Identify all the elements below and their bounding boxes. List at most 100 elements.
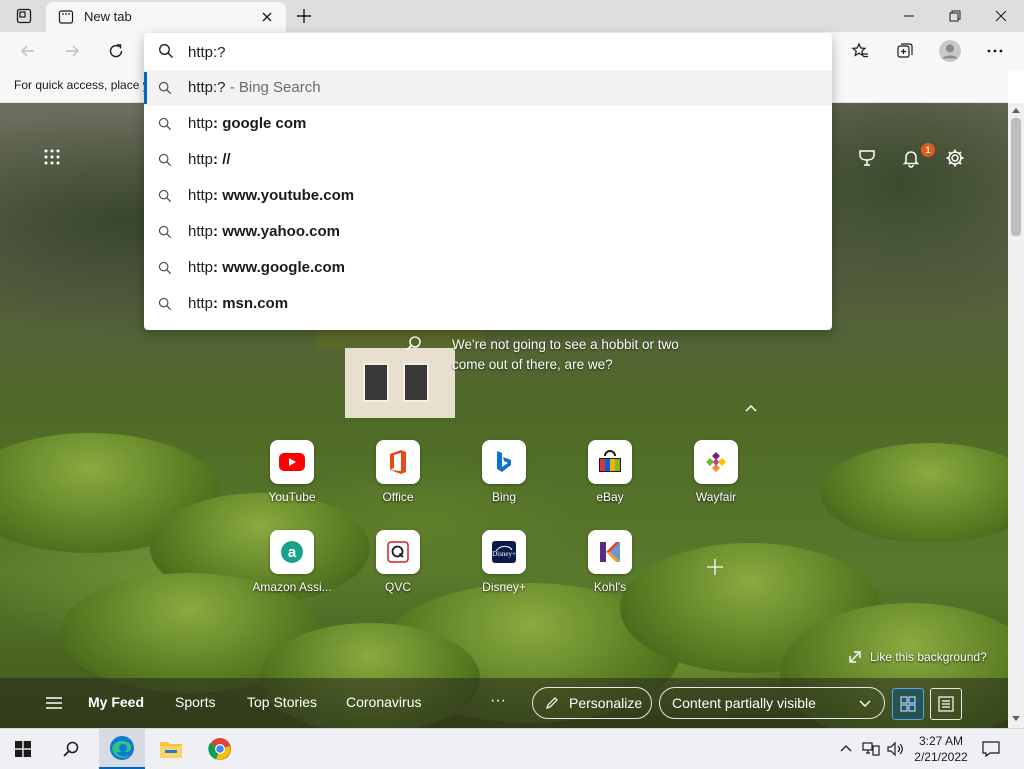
taskbar-edge[interactable] [99, 729, 145, 769]
feed-tab-top-stories[interactable]: Top Stories [247, 694, 317, 710]
search-icon [158, 117, 172, 131]
tile-label: Wayfair [695, 490, 737, 504]
search-icon [63, 741, 79, 757]
news-feed-bar: My Feed Sports Top Stories Coronavirus ·… [0, 678, 1008, 728]
page-settings-gear-icon[interactable] [941, 144, 969, 172]
suggestion-prefix: http:? [188, 79, 226, 96]
suggestion-item[interactable]: http: www.google.com [144, 250, 832, 286]
personalize-label: Personalize [569, 695, 643, 711]
new-tab-page-icon [58, 9, 74, 25]
content-visibility-value: Content partially visible [672, 695, 816, 711]
like-background-label: Like this background? [870, 650, 987, 664]
suggestion-item[interactable]: http: msn.com [144, 286, 832, 322]
show-hidden-icons-chevron-up-icon[interactable] [840, 743, 852, 753]
personalize-button[interactable]: Personalize [532, 687, 652, 719]
quote-line-1: We're not going to see a hobbit or two [452, 337, 679, 352]
list-view-icon [938, 696, 954, 712]
suggestion-suffix: - Bing Search [225, 79, 321, 96]
network-icon[interactable] [862, 741, 880, 757]
list-layout-button[interactable] [930, 688, 962, 720]
tile-label: Disney+ [482, 580, 526, 594]
search-button[interactable] [48, 729, 94, 769]
feed-tab-coronavirus[interactable]: Coronavirus [346, 694, 421, 710]
search-icon [158, 261, 172, 275]
grid-layout-button[interactable] [892, 688, 924, 720]
youtube-icon [270, 440, 314, 484]
tile-wayfair[interactable]: Wayfair [671, 440, 761, 512]
restore-button[interactable] [932, 0, 978, 32]
content-visibility-dropdown[interactable]: Content partially visible [659, 687, 885, 719]
settings-more-icon[interactable] [977, 32, 1013, 70]
profile-avatar[interactable] [932, 32, 968, 70]
clock-time: 3:27 AM [918, 734, 964, 748]
scroll-down-arrow-icon[interactable] [1011, 715, 1021, 723]
chevron-down-icon [859, 700, 871, 707]
suggestion-suffix: : www.youtube.com [213, 187, 355, 204]
close-window-button[interactable] [978, 0, 1024, 32]
tile-kohls[interactable]: Kohl's [565, 530, 655, 602]
wayfair-icon [694, 440, 738, 484]
image-caption-quote[interactable]: We're not going to see a hobbit or two c… [452, 335, 712, 375]
forward-button[interactable] [54, 32, 90, 70]
feed-tab-sports[interactable]: Sports [175, 694, 215, 710]
tile-label: Kohl's [593, 580, 627, 594]
rewards-icon[interactable] [853, 144, 881, 172]
tab-actions-icon[interactable] [16, 8, 32, 24]
suggestion-prefix: http [188, 295, 214, 312]
notification-center-icon[interactable] [982, 740, 1000, 758]
tile-youtube[interactable]: YouTube [247, 440, 337, 512]
like-background-link[interactable]: Like this background? [848, 650, 987, 664]
app-launcher-icon[interactable] [38, 143, 66, 171]
new-tab-button[interactable] [294, 6, 314, 26]
scroll-thumb[interactable] [1011, 118, 1021, 236]
tile-label: Office [382, 490, 414, 504]
expand-arrow-icon [849, 651, 861, 663]
hamburger-menu-icon[interactable] [44, 694, 64, 712]
suggestion-prefix: http [188, 187, 214, 204]
feed-tab-my-feed[interactable]: My Feed [88, 694, 144, 710]
suggestion-item[interactable]: http: google com [144, 106, 832, 142]
search-icon [158, 189, 172, 203]
chevron-up-icon[interactable] [742, 400, 760, 418]
taskbar-chrome[interactable] [197, 729, 243, 769]
tile-ebay[interactable]: eBay [565, 440, 655, 512]
tile-disney-plus[interactable]: Disney+ Disney+ [459, 530, 549, 602]
address-input[interactable] [188, 41, 788, 63]
bing-icon [482, 440, 526, 484]
suggestion-suffix: : www.google.com [213, 259, 345, 276]
suggestion-item[interactable]: http: www.yahoo.com [144, 214, 832, 250]
refresh-button[interactable] [98, 32, 134, 70]
chrome-icon [208, 738, 231, 760]
favorites-star-icon[interactable] [842, 32, 878, 70]
collections-icon[interactable] [887, 32, 923, 70]
tile-qvc[interactable]: QVC [353, 530, 443, 602]
taskbar-file-explorer[interactable] [148, 729, 194, 769]
tile-amazon-assistant[interactable]: a Amazon Assi... [247, 530, 337, 602]
tile-bing[interactable]: Bing [459, 440, 549, 512]
scroll-up-arrow-icon[interactable] [1011, 106, 1021, 114]
search-icon [158, 81, 172, 95]
suggestion-item[interactable]: http: www.youtube.com [144, 178, 832, 214]
turf-house [315, 313, 485, 418]
minimize-button[interactable] [886, 0, 932, 32]
system-clock[interactable]: 3:27 AM 2/21/2022 [910, 733, 972, 765]
windows-logo-icon [15, 741, 31, 757]
close-tab-icon[interactable] [258, 8, 276, 26]
add-site-plus-icon[interactable] [700, 552, 730, 582]
start-button[interactable] [0, 729, 46, 769]
notification-count-badge: 1 [921, 143, 935, 157]
clock-date: 2/21/2022 [914, 750, 968, 764]
back-button[interactable] [10, 32, 46, 70]
tab-new-tab[interactable]: New tab [46, 2, 286, 32]
more-tabs-button[interactable]: ··· [490, 692, 506, 710]
tile-label: Bing [491, 490, 517, 504]
image-search-icon[interactable] [405, 335, 427, 357]
tile-label: eBay [596, 490, 624, 504]
search-icon [158, 43, 174, 59]
suggestion-item[interactable]: http: // [144, 142, 832, 178]
amazon-assistant-icon: a [270, 530, 314, 574]
tile-office[interactable]: Office [353, 440, 443, 512]
suggestion-suffix: : // [213, 151, 231, 168]
volume-icon[interactable] [886, 741, 904, 757]
suggestion-item[interactable]: http:? - Bing Search [144, 70, 832, 106]
